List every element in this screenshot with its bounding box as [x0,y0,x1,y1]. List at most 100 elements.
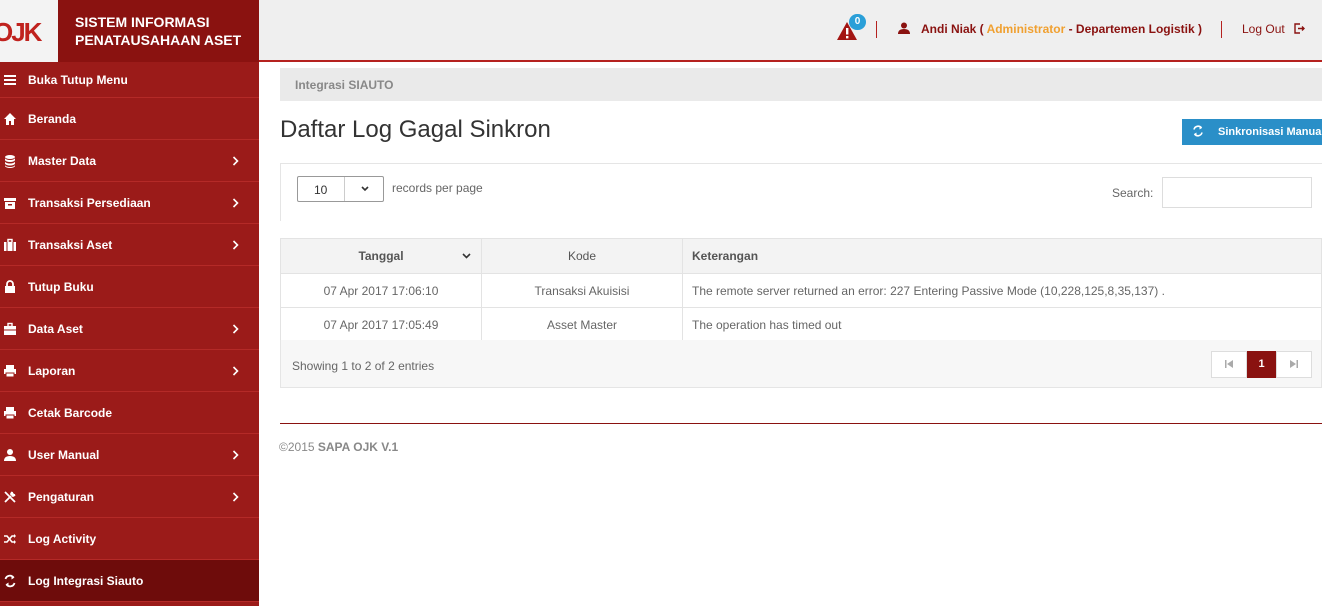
sidebar-item-label: Data Aset [28,321,83,336]
archive-icon [4,197,16,209]
skip-back-icon [1225,360,1233,368]
pagination: 1 [1211,351,1312,378]
logout-icon [1294,23,1306,34]
header-divider [1221,21,1222,38]
cell-tanggal: 07 Apr 2017 17:05:49 [280,307,482,342]
user-name: Andi Niak ( [921,22,984,36]
refresh-icon [1193,125,1203,137]
logout-label: Log Out [1242,22,1285,36]
sidebar-item-label: User Manual [28,447,100,462]
first-page-button[interactable] [1211,351,1247,378]
copyright-app: SAPA OJK V.1 [317,440,399,454]
sidebar-item-transaksi-aset[interactable]: Transaksi Aset [0,224,259,266]
sidebar: Buka Tutup Menu Beranda Master Data Transak… [0,62,259,606]
sidebar-item-user-manual[interactable]: User Manual [0,434,259,476]
sidebar-item-master-data[interactable]: Master Data [0,140,259,182]
breadcrumb-current: Integrasi SIAUTO [295,78,394,92]
user-icon [898,22,910,34]
home-icon [4,112,16,125]
sidebar-item-label: Cetak Barcode [28,405,113,420]
chevron-right-icon [232,197,239,208]
notification-count-badge: 0 [849,14,866,30]
sidebar-item-cetak-barcode[interactable]: Cetak Barcode [0,392,259,434]
printer-icon [4,406,16,419]
skip-forward-icon [1290,360,1298,368]
sidebar-item-label: Laporan [28,363,76,378]
sidebar-item-laporan[interactable]: Laporan [0,350,259,392]
cell-kode: Transaksi Akuisisi [481,273,683,308]
sidebar-item-label: Tutup Buku [28,279,94,294]
manual-sync-label: Sinkronisasi Manual [1218,126,1322,138]
chevron-right-icon [232,365,239,376]
table-row: 07 Apr 2017 17:06:10 Transaksi Akuisisi … [280,273,1322,308]
user-icon [4,448,16,461]
column-header-kode[interactable]: Kode [481,238,683,274]
chevron-right-icon [232,155,239,166]
search-label: Search: [1112,186,1154,200]
chevron-right-icon [232,239,239,250]
sidebar-item-label: Master Data [28,153,97,168]
brand-block: OJK SISTEM INFORMASI PENATAUSAHAAN ASET [0,0,259,62]
per-page-value: 10 [314,183,328,197]
lock-icon [5,279,15,293]
pagination-info: Showing 1 to 2 of 2 entries [292,359,435,373]
chevron-right-icon [232,449,239,460]
shuffle-icon [4,533,16,544]
suitcase-icon [4,322,16,335]
refresh-icon [4,574,16,587]
cell-keterangan: The operation has timed out [682,307,1322,342]
app-title: SISTEM INFORMASI PENATAUSAHAAN ASET [75,13,241,49]
sidebar-item-log-integrasi-siauto[interactable]: Log Integrasi Siauto [0,560,259,602]
cell-kode: Asset Master [481,307,683,342]
chevron-right-icon [232,323,239,334]
sidebar-item-label: Transaksi Aset [28,237,113,252]
manual-sync-button[interactable]: Sinkronisasi Manual [1182,119,1322,145]
page-button-current[interactable]: 1 [1247,351,1276,378]
sidebar-item-beranda[interactable]: Beranda [0,98,259,140]
footer-divider [280,423,1322,424]
logout-button[interactable]: Log Out [1242,22,1306,36]
sort-desc-icon [462,253,471,259]
sidebar-item-data-aset[interactable]: Data Aset [0,308,259,350]
sidebar-item-label: Log Integrasi Siauto [28,573,144,588]
database-icon [5,154,15,168]
copyright: ©2015 SAPA OJK V.1 [279,440,398,454]
app-title-line2: PENATAUSAHAAN ASET [75,32,242,48]
user-info[interactable]: Andi Niak ( Administrator - Departemen L… [898,22,1202,36]
copyright-year: ©2015 [279,440,315,454]
cell-keterangan: The remote server returned an error: 227… [682,273,1322,308]
notification-button[interactable]: 0 [836,14,868,46]
breadcrumb: Integrasi SIAUTO [280,68,1322,101]
sidebar-item-buka-tutup-menu[interactable]: Buka Tutup Menu [0,62,259,98]
user-role: Administrator [986,22,1066,36]
select-divider [344,177,345,201]
chevron-down-icon [361,186,369,192]
top-header: OJK SISTEM INFORMASI PENATAUSAHAAN ASET … [0,0,1322,62]
per-page-label: records per page [392,181,483,195]
chevron-right-icon [232,491,239,502]
user-department: - Departemen Logistik ) [1068,22,1202,36]
header-divider [876,21,877,38]
cell-tanggal: 07 Apr 2017 17:06:10 [280,273,482,308]
column-header-tanggal[interactable]: Tanggal [280,238,482,274]
log-table: Tanggal Kode Keterangan 07 Apr 2017 17:0… [280,238,1322,342]
last-page-button[interactable] [1276,351,1312,378]
app-title-line1: SISTEM INFORMASI [75,14,210,30]
sidebar-item-label: Beranda [28,111,77,126]
sidebar-item-label: Log Activity [28,531,97,546]
briefcase-icon [4,238,16,251]
tools-icon [4,490,16,503]
sidebar-item-label: Pengaturan [28,489,95,504]
printer-icon [4,364,16,377]
sidebar-item-log-activity[interactable]: Log Activity [0,518,259,560]
table-footer [280,340,1322,388]
sidebar-item-pengaturan[interactable]: Pengaturan [0,476,259,518]
table-row: 07 Apr 2017 17:05:49 Asset Master The op… [280,307,1322,342]
sidebar-item-tutup-buku[interactable]: Tutup Buku [0,266,259,308]
sidebar-item-transaksi-persediaan[interactable]: Transaksi Persediaan [0,182,259,224]
menu-icon [4,74,16,85]
search-input[interactable] [1162,177,1312,208]
records-per-page-select[interactable]: 10 [297,176,384,202]
sidebar-item-label: Buka Tutup Menu [28,72,128,87]
column-header-keterangan[interactable]: Keterangan [682,238,1322,274]
